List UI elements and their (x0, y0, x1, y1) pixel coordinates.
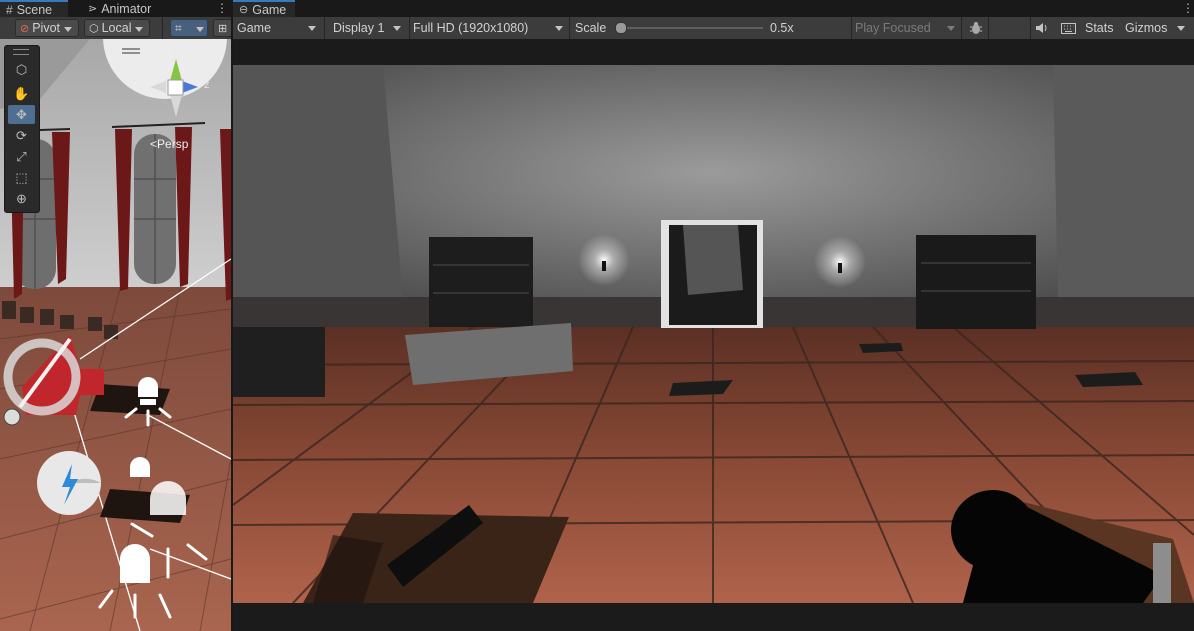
gizmo-z-label: z (204, 79, 210, 91)
grid-snap-button[interactable]: ⌗ (170, 19, 208, 37)
stats-button[interactable]: Stats (1081, 19, 1121, 37)
game-tab-bar: ⊖ Game ⋮ (233, 0, 1194, 17)
tab-game-label: Game (252, 2, 287, 17)
toolbar-separator (324, 17, 325, 39)
game-view[interactable] (233, 39, 1194, 631)
palette-grip-icon[interactable] (13, 49, 29, 55)
rotate-tool-icon[interactable]: ⟳ (8, 126, 35, 145)
tab-scene-label: Scene (16, 2, 53, 17)
pivot-dropdown[interactable]: ⊘ Pivot (15, 19, 79, 37)
transform-tool-icon[interactable]: ⊕ (8, 189, 35, 208)
play-mode-dropdown[interactable]: Play Focused (851, 19, 961, 37)
gamepad-icon: ⊖ (239, 4, 249, 16)
toolbar-separator (988, 17, 989, 39)
local-label: Local (101, 21, 132, 35)
chevron-down-icon (64, 27, 72, 32)
display-label: Display 1 (333, 21, 385, 35)
tab-scene[interactable]: # Scene (0, 0, 68, 17)
chevron-down-icon (308, 26, 316, 31)
scale-slider-track (615, 27, 763, 29)
view-mode-dropdown[interactable]: Game (233, 19, 322, 37)
play-mode-label: Play Focused (855, 21, 931, 35)
scene-tab-bar: # Scene ⋗ Animator ⋮ (0, 0, 231, 17)
scene-view[interactable]: y z <Persp ⬡ ✋ ✥ ⟳ ⤢ ⬚ ⊕ (0, 39, 231, 631)
scale-label: Scale (575, 21, 607, 35)
chevron-left-icon: < (150, 137, 158, 151)
game-toolbar: Game Display 1 Full HD (1920x1080) Scale… (233, 17, 1194, 40)
stats-label: Stats (1085, 21, 1114, 35)
game-panel-menu-icon[interactable]: ⋮ (1182, 1, 1194, 15)
bug-icon[interactable] (967, 19, 985, 37)
toolbar-separator (162, 17, 163, 39)
projection-label: Persp (157, 137, 189, 151)
resolution-dropdown[interactable]: Full HD (1920x1080) (409, 19, 569, 37)
scene-panel-menu-icon[interactable]: ⋮ (216, 1, 228, 15)
directional-light-gizmo-icon (37, 451, 101, 515)
scale-slider[interactable] (615, 22, 765, 34)
chevron-down-icon (393, 26, 401, 31)
chevron-down-icon (947, 26, 955, 31)
view-mode-label: Game (237, 21, 272, 35)
grid-icon: ⌗ (175, 20, 182, 35)
orientation-gizmo[interactable]: y z (146, 49, 218, 129)
scene-toolbar: ⊘ Pivot ⬡ Local ⌗ ⊞ (0, 17, 231, 40)
chevron-down-icon (1177, 26, 1185, 31)
local-dropdown[interactable]: ⬡ Local (84, 19, 150, 37)
rect-tool-icon[interactable]: ⬚ (8, 168, 35, 187)
view-tool-icon[interactable]: ⬡ (8, 60, 35, 79)
toolbar-separator (961, 17, 962, 39)
toolbar-separator (569, 17, 570, 39)
animator-icon: ⋗ (88, 3, 98, 15)
projection-toggle[interactable]: <Persp (150, 137, 188, 151)
scale-tool-icon[interactable]: ⤢ (8, 147, 35, 166)
grid-settings-button[interactable]: ⊞ (213, 19, 231, 37)
tab-game[interactable]: ⊖ Game (233, 0, 295, 17)
chevron-down-icon (555, 26, 563, 31)
resolution-label: Full HD (1920x1080) (413, 21, 529, 35)
toolbar-separator (1030, 17, 1031, 39)
gizmos-label: Gizmos (1125, 21, 1168, 35)
grid-settings-icon: ⊞ (218, 22, 228, 35)
game-render (233, 65, 1194, 603)
tab-animator-label: Animator (101, 1, 152, 16)
chevron-down-icon (196, 27, 204, 32)
hand-tool-icon[interactable]: ✋ (8, 84, 35, 103)
chevron-down-icon (135, 27, 143, 32)
cube-icon: ⬡ (89, 22, 99, 35)
keyboard-icon[interactable] (1059, 20, 1077, 36)
tool-palette: ⬡ ✋ ✥ ⟳ ⤢ ⬚ ⊕ (4, 45, 40, 213)
move-tool-icon[interactable]: ✥ (8, 105, 35, 124)
gizmo-y-label: y (172, 49, 178, 61)
display-dropdown[interactable]: Display 1 (329, 19, 407, 37)
pivot-label: Pivot (32, 21, 61, 35)
hash-icon: # (6, 2, 13, 17)
gizmos-dropdown[interactable]: Gizmos (1121, 19, 1191, 37)
scale-slider-thumb[interactable] (615, 22, 627, 34)
pivot-icon: ⊘ (20, 22, 30, 35)
speaker-icon[interactable] (1033, 20, 1051, 36)
scale-value: 0.5x (770, 21, 794, 35)
tab-animator[interactable]: ⋗ Animator (82, 0, 162, 17)
